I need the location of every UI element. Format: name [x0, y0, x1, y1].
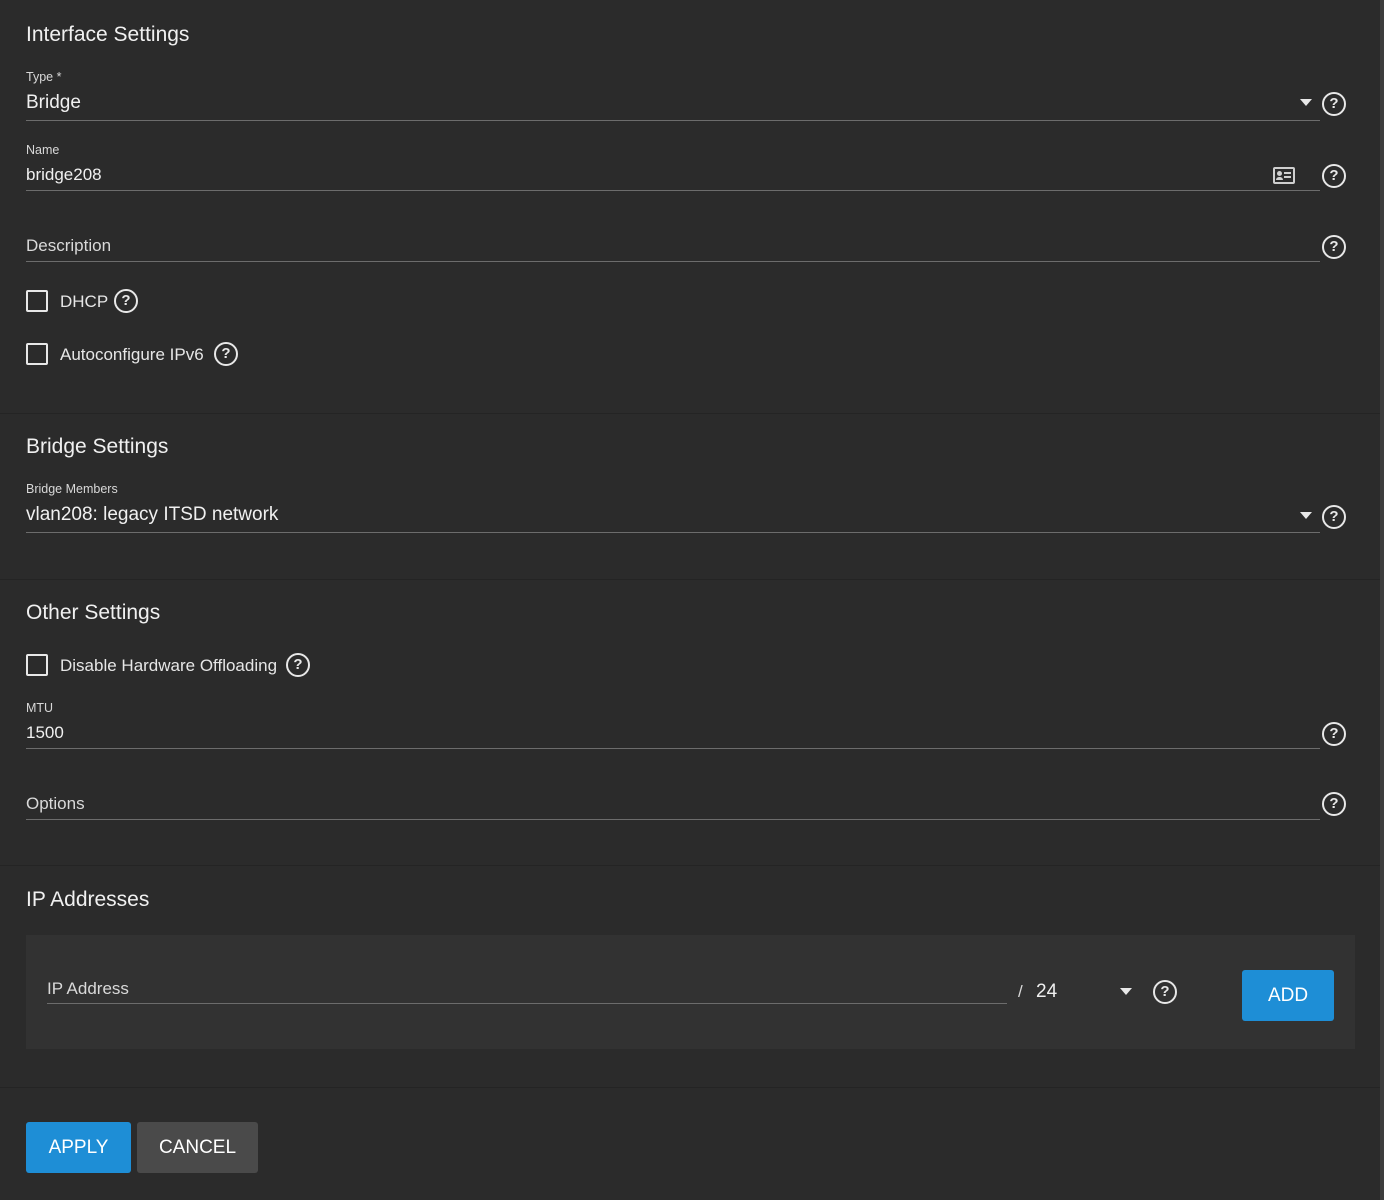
- other-settings-section: Other Settings Disable Hardware Offloadi…: [0, 580, 1380, 866]
- cancel-button[interactable]: CANCEL: [137, 1122, 258, 1173]
- other-settings-heading: Other Settings: [26, 601, 161, 624]
- bridge-members-help-icon[interactable]: ?: [1322, 505, 1346, 529]
- netmask-dropdown-caret-icon[interactable]: [1120, 988, 1132, 995]
- dhcp-checkbox[interactable]: [26, 290, 48, 312]
- ip-address-help-icon[interactable]: ?: [1153, 980, 1177, 1004]
- bridge-settings-heading: Bridge Settings: [26, 435, 169, 458]
- autoconfigure-ipv6-label: Autoconfigure IPv6: [60, 345, 204, 364]
- form-container: Interface Settings Type * Bridge ? Name …: [0, 0, 1380, 1200]
- mtu-input[interactable]: [26, 721, 1320, 749]
- netmask-slash: /: [1018, 982, 1023, 1001]
- dhcp-help-icon[interactable]: ?: [114, 289, 138, 313]
- bridge-members-dropdown-caret-icon[interactable]: [1300, 512, 1312, 519]
- ip-addresses-heading: IP Addresses: [26, 888, 150, 911]
- disable-hardware-offloading-checkbox[interactable]: [26, 654, 48, 676]
- description-help-icon[interactable]: ?: [1322, 235, 1346, 259]
- mtu-label: MTU: [26, 701, 54, 715]
- interface-settings-section: Interface Settings Type * Bridge ? Name …: [0, 0, 1380, 414]
- id-card-icon[interactable]: [1273, 167, 1295, 184]
- name-label: Name: [26, 143, 60, 157]
- options-input[interactable]: [26, 790, 1320, 820]
- bridge-settings-section: Bridge Settings Bridge Members vlan208: …: [0, 414, 1380, 580]
- interface-settings-heading: Interface Settings: [26, 23, 190, 46]
- bridge-members-label: Bridge Members: [26, 482, 118, 496]
- bridge-members-select[interactable]: [26, 504, 1320, 533]
- apply-button[interactable]: APPLY: [26, 1122, 131, 1173]
- type-select[interactable]: [26, 92, 1320, 121]
- ip-address-row-panel: IP Address / 24 ? ADD: [26, 935, 1355, 1049]
- disable-hardware-offloading-label: Disable Hardware Offloading: [60, 656, 278, 675]
- ip-addresses-section: IP Addresses IP Address / 24 ? ADD: [0, 866, 1380, 1088]
- disable-hardware-offloading-help-icon[interactable]: ?: [286, 653, 310, 677]
- type-dropdown-caret-icon[interactable]: [1300, 99, 1312, 106]
- scrollbar-track[interactable]: [1380, 0, 1384, 1200]
- mtu-help-icon[interactable]: ?: [1322, 722, 1346, 746]
- description-input[interactable]: [26, 232, 1320, 262]
- add-ip-address-button[interactable]: ADD: [1242, 970, 1334, 1021]
- autoconfigure-ipv6-checkbox[interactable]: [26, 343, 48, 365]
- type-help-icon[interactable]: ?: [1322, 92, 1346, 116]
- name-input[interactable]: [26, 163, 1320, 191]
- type-label: Type *: [26, 70, 62, 84]
- ip-address-input[interactable]: [47, 975, 1007, 1004]
- autoconfigure-ipv6-help-icon[interactable]: ?: [214, 342, 238, 366]
- name-help-icon[interactable]: ?: [1322, 164, 1346, 188]
- dhcp-label: DHCP: [60, 292, 109, 311]
- options-help-icon[interactable]: ?: [1322, 792, 1346, 816]
